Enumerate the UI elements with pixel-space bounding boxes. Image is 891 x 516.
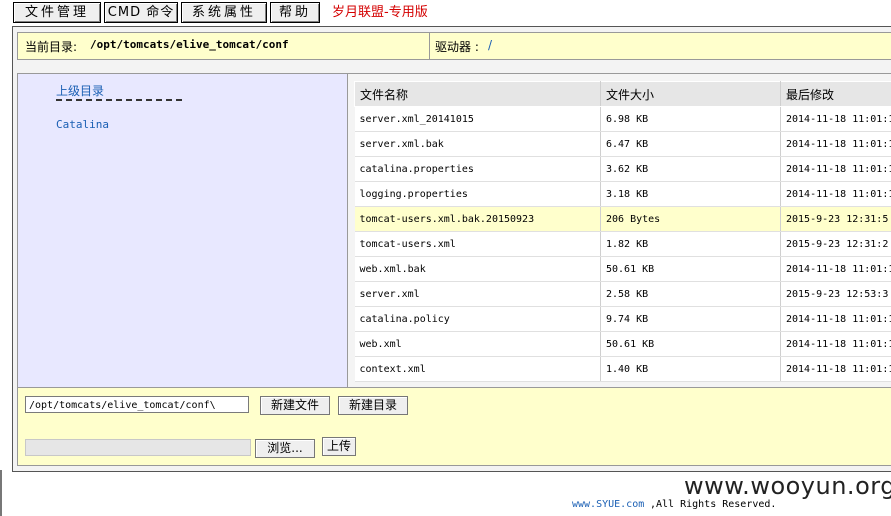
- file-name-cell[interactable]: context.xml: [354, 356, 601, 382]
- parent-dir-link[interactable]: 上级目录: [56, 82, 104, 99]
- new-dir-button[interactable]: 新建目录: [338, 396, 408, 415]
- file-modified-cell: 2014-11-18 11:01:1: [780, 306, 891, 332]
- col-header-modified: 最后修改: [780, 81, 891, 107]
- file-size-cell: 206 Bytes: [600, 206, 781, 232]
- drive-link[interactable]: /: [488, 38, 492, 52]
- current-dir-label: 当前目录:: [25, 40, 78, 54]
- file-modified-cell: 2014-11-18 11:01:1: [780, 156, 891, 182]
- table-row[interactable]: catalina.properties 3.62 KB 2014-11-18 11:…: [354, 156, 891, 182]
- file-name-cell[interactable]: catalina.policy: [354, 306, 601, 332]
- file-size-cell: 50.61 KB: [600, 256, 781, 282]
- upload-button[interactable]: 上传: [322, 437, 356, 456]
- file-modified-cell: 2014-11-18 11:01:1: [780, 106, 891, 132]
- tab-system-properties[interactable]: 系统属性: [181, 2, 267, 23]
- tab-cmd[interactable]: CMD 命令: [104, 2, 178, 23]
- upload-file-field[interactable]: [25, 439, 251, 456]
- tab-help[interactable]: 帮助: [270, 2, 320, 23]
- table-row[interactable]: catalina.policy 9.74 KB 2014-11-18 11:01:1: [354, 306, 891, 332]
- table-row[interactable]: server.xml_20141015 6.98 KB 2014-11-18 11:…: [354, 106, 891, 132]
- table-row[interactable]: logging.properties 3.18 KB 2014-11-18 11:0…: [354, 181, 891, 207]
- current-dir-path: /opt/tomcats/elive_tomcat/conf: [90, 38, 289, 51]
- table-row[interactable]: context.xml 1.40 KB 2014-11-18 11:01:1: [354, 356, 891, 382]
- brand-label: 岁月联盟-专用版: [332, 5, 428, 20]
- file-modified-cell: 2014-11-18 11:01:1: [780, 356, 891, 382]
- file-size-cell: 6.47 KB: [600, 131, 781, 157]
- file-list-area: 文件名称 文件大小 最后修改 server.xml_20141015 6.98 K…: [347, 73, 891, 389]
- directory-sidebar: 上级目录 Catalina: [17, 73, 349, 389]
- tab-file-manager[interactable]: 文件管理: [13, 2, 101, 23]
- file-modified-cell: 2015-9-23 12:31:2: [780, 231, 891, 257]
- watermark: www.wooyun.org: [684, 472, 891, 500]
- footer-copyright: ,All Rights Reserved.: [650, 499, 777, 510]
- path-input[interactable]: /opt/tomcats/elive_tomcat/conf\: [25, 396, 249, 413]
- file-modified-cell: 2014-11-18 11:01:1: [780, 181, 891, 207]
- table-row[interactable]: server.xml.bak 6.47 KB 2014-11-18 11:01:1: [354, 131, 891, 157]
- top-nav: 文件管理 CMD 命令 系统属性 帮助 岁月联盟-专用版: [0, 0, 891, 26]
- col-header-size: 文件大小: [600, 81, 781, 107]
- file-modified-cell: 2014-11-18 11:01:1: [780, 131, 891, 157]
- file-name-cell[interactable]: tomcat-users.xml: [354, 231, 601, 257]
- file-modified-cell: 2014-11-18 11:01:1: [780, 331, 891, 357]
- file-name-cell[interactable]: logging.properties: [354, 181, 601, 207]
- file-size-cell: 3.18 KB: [600, 181, 781, 207]
- frame-edge: [0, 470, 2, 516]
- browse-button[interactable]: 浏览...: [255, 439, 315, 458]
- file-size-cell: 2.58 KB: [600, 281, 781, 307]
- file-name-cell[interactable]: server.xml.bak: [354, 131, 601, 157]
- file-size-cell: 50.61 KB: [600, 331, 781, 357]
- col-header-name: 文件名称: [354, 81, 601, 107]
- table-row[interactable]: tomcat-users.xml.bak.20150923 206 Bytes 20…: [354, 206, 891, 232]
- dir-link-catalina[interactable]: Catalina: [56, 118, 109, 131]
- file-name-cell[interactable]: web.xml: [354, 331, 601, 357]
- file-modified-cell: 2015-9-23 12:31:5: [780, 206, 891, 232]
- file-name-cell[interactable]: server.xml_20141015: [354, 106, 601, 132]
- footer-link[interactable]: www.SYUE.com: [572, 499, 644, 510]
- file-name-cell[interactable]: tomcat-users.xml.bak.20150923: [354, 206, 601, 232]
- file-size-cell: 1.82 KB: [600, 231, 781, 257]
- file-size-cell: 9.74 KB: [600, 306, 781, 332]
- file-name-cell[interactable]: server.xml: [354, 281, 601, 307]
- table-row[interactable]: web.xml 50.61 KB 2014-11-18 11:01:1: [354, 331, 891, 357]
- path-bar-divider: [429, 33, 430, 59]
- action-panel: /opt/tomcats/elive_tomcat/conf\ 新建文件 新建目…: [17, 387, 891, 466]
- path-bar: 当前目录: /opt/tomcats/elive_tomcat/conf 驱动器…: [17, 32, 891, 60]
- file-size-cell: 6.98 KB: [600, 106, 781, 132]
- file-table: 文件名称 文件大小 最后修改 server.xml_20141015 6.98 K…: [354, 81, 891, 382]
- table-row[interactable]: tomcat-users.xml 1.82 KB 2015-9-23 12:31:2: [354, 231, 891, 257]
- drive-label: 驱动器 :: [435, 40, 479, 54]
- new-file-button[interactable]: 新建文件: [260, 396, 330, 415]
- file-name-cell[interactable]: catalina.properties: [354, 156, 601, 182]
- file-modified-cell: 2015-9-23 12:53:3: [780, 281, 891, 307]
- divider: [56, 99, 182, 101]
- table-row[interactable]: server.xml 2.58 KB 2015-9-23 12:53:3: [354, 281, 891, 307]
- file-name-cell[interactable]: web.xml.bak: [354, 256, 601, 282]
- table-header-row: 文件名称 文件大小 最后修改: [354, 81, 891, 107]
- file-modified-cell: 2014-11-18 11:01:1: [780, 256, 891, 282]
- file-size-cell: 3.62 KB: [600, 156, 781, 182]
- table-row[interactable]: web.xml.bak 50.61 KB 2014-11-18 11:01:1: [354, 256, 891, 282]
- file-size-cell: 1.40 KB: [600, 356, 781, 382]
